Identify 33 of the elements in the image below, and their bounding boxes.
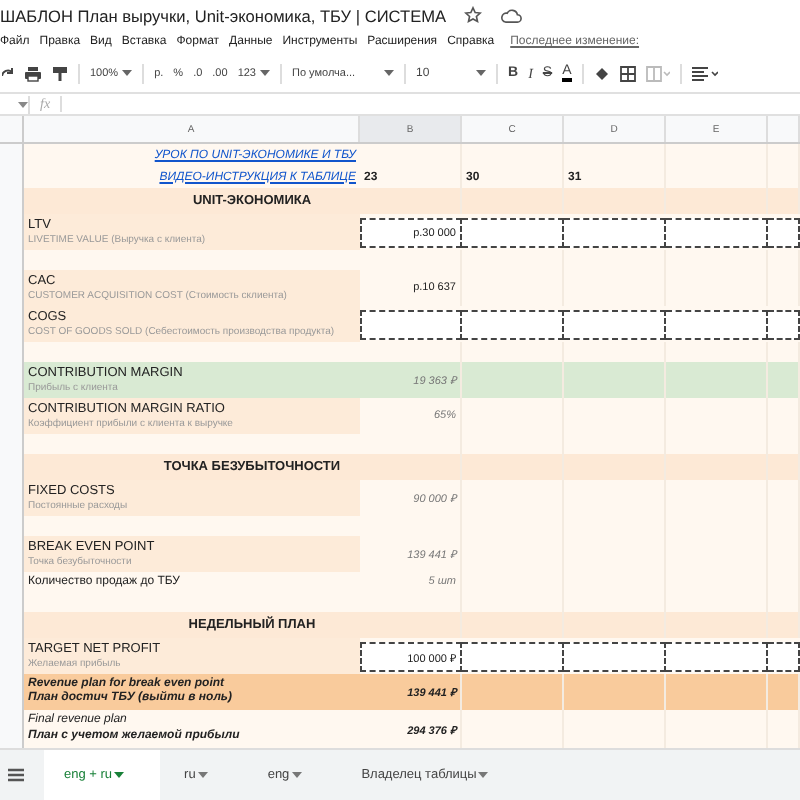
input-cell[interactable] [564, 310, 666, 340]
redo-icon[interactable] [2, 65, 14, 82]
dropdown-caret-icon[interactable] [122, 70, 133, 77]
input-cell[interactable] [462, 642, 564, 672]
align-icon[interactable] [691, 65, 718, 82]
input-cell[interactable] [462, 218, 564, 248]
fill-color-icon[interactable] [593, 65, 610, 82]
all-sheets-icon[interactable] [8, 768, 24, 782]
dropdown-caret-icon[interactable] [197, 772, 208, 778]
print-icon[interactable] [24, 65, 42, 82]
merge-cells-icon[interactable] [645, 65, 670, 82]
dropdown-caret-icon[interactable] [260, 70, 270, 77]
input-cell[interactable] [564, 642, 666, 672]
paint-format-icon[interactable] [52, 65, 68, 82]
input-cell[interactable] [768, 642, 800, 672]
input-cell[interactable] [462, 310, 564, 340]
cloud-icon[interactable] [500, 7, 523, 24]
borders-icon[interactable] [619, 65, 636, 82]
input-cell[interactable] [564, 218, 666, 248]
dropdown-caret-icon[interactable] [114, 772, 125, 778]
input-cell[interactable] [666, 310, 768, 340]
input-cell[interactable] [768, 310, 800, 340]
input-cell[interactable] [666, 218, 768, 248]
input-cell[interactable] [360, 310, 462, 340]
dropdown-caret-icon[interactable] [291, 772, 302, 778]
star-icon[interactable] [464, 6, 483, 25]
dropdown-caret-icon[interactable] [478, 772, 489, 778]
input-cell[interactable] [666, 642, 768, 672]
input-cell[interactable] [768, 218, 800, 248]
dropdown-caret-icon[interactable] [18, 101, 28, 108]
dropdown-caret-icon[interactable] [384, 70, 394, 77]
document-title: ШАБЛОН План выручки, Unit-экономика, ТБУ | СИСТЕМА [0, 5, 447, 26]
dropdown-caret-icon[interactable] [476, 70, 486, 77]
